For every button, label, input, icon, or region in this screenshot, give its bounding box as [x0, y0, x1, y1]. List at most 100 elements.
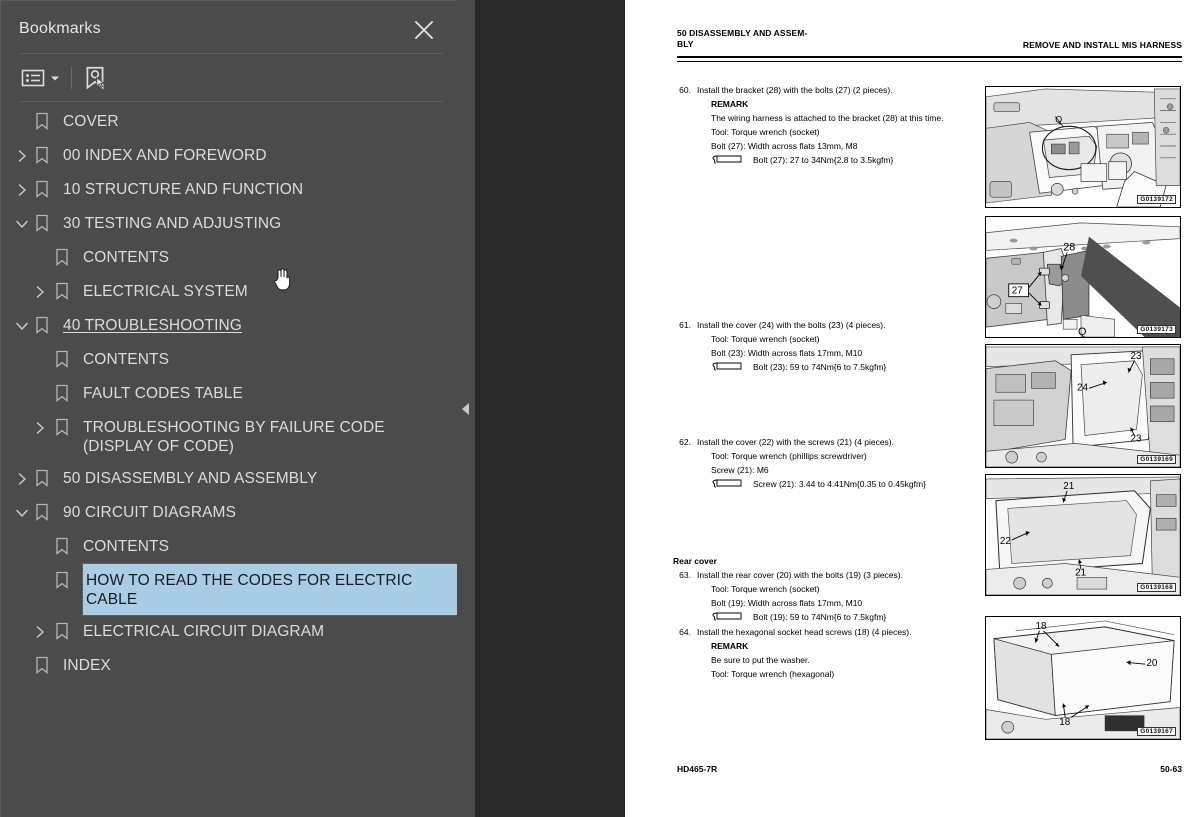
footer-page-number: 50-63 [1160, 764, 1182, 774]
bookmark-item[interactable]: 40 TROUBLESHOOTING [1, 309, 457, 343]
step-line: Install the bracket (28) with the bolts … [697, 85, 893, 95]
bookmark-item[interactable]: TROUBLESHOOTING BY FAILURE CODE (DISPLAY… [1, 411, 457, 462]
svg-text:18: 18 [1035, 621, 1047, 632]
torque-spec-text: Bolt (27): 27 to 34Nm{2.8 to 3.5kgfm} [753, 155, 894, 165]
bookmark-item-label: INDEX [63, 657, 111, 674]
bookmark-icon [35, 469, 51, 489]
bookmark-icon [55, 384, 71, 404]
bookmark-icon [35, 316, 51, 336]
procedure-step: 63. Install the rear cover (20) with the … [673, 569, 963, 623]
chevron-right-icon[interactable] [31, 419, 49, 437]
bookmarks-tree[interactable]: COVER 00 INDEX AND FOREWORD 10 STRUCTURE A… [1, 105, 457, 817]
bookmark-item[interactable]: ELECTRICAL CIRCUIT DIAGRAM [1, 615, 457, 649]
divider [19, 53, 443, 54]
svg-text:23: 23 [1131, 433, 1143, 444]
figure-1: Q G0139172 [985, 86, 1181, 208]
bookmark-item[interactable]: 10 STRUCTURE AND FUNCTION [1, 173, 457, 207]
step-line: The wiring harness is attached to the br… [711, 113, 944, 123]
bookmark-icon [35, 146, 51, 166]
chevron-right-icon[interactable] [13, 181, 31, 199]
bookmark-icon [55, 622, 71, 642]
list-options-icon[interactable] [19, 63, 47, 93]
bookmark-item-label: 40 TROUBLESHOOTING [63, 317, 242, 334]
section-title: Rear cover [673, 556, 717, 566]
bookmark-item[interactable]: ELECTRICAL SYSTEM [1, 275, 457, 309]
procedure-step: 62. Install the cover (22) with the screw… [673, 436, 963, 490]
figure-5: 18 20 18 G0139167 [985, 616, 1181, 740]
torque-spec-text: Bolt (19): 59 to 74Nm{6 to 7.5kgfm} [753, 612, 887, 622]
chevron-down-icon[interactable] [47, 63, 63, 93]
chevron-right-icon[interactable] [31, 623, 49, 641]
step-line: REMARK [711, 641, 749, 651]
bookmark-item-label: CONTENTS [83, 538, 170, 555]
svg-text:28: 28 [1063, 241, 1075, 253]
bookmark-item-label: FAULT CODES TABLE [83, 385, 243, 402]
chevron-right-icon[interactable] [13, 147, 31, 165]
pdf-reader-window: Bookmarks COVER 00 INDEX AND FOREWORD 10… [0, 0, 1200, 817]
step-body: Install the cover (24) with the bolts (2… [697, 319, 963, 373]
new-bookmark-icon[interactable] [80, 63, 110, 93]
bookmark-item[interactable]: 50 DISASSEMBLY AND ASSEMBLY [1, 462, 457, 496]
bookmark-item[interactable]: CONTENTS [1, 241, 457, 275]
chevron-down-icon[interactable] [13, 317, 31, 335]
figure-id: G0139173 [1137, 325, 1176, 334]
chevron-down-icon[interactable] [13, 504, 31, 522]
bookmark-item[interactable]: CONTENTS [1, 343, 457, 377]
bookmark-item[interactable]: 90 CIRCUIT DIAGRAMS [1, 496, 457, 530]
bookmarks-panel-header: Bookmarks [1, 1, 457, 53]
bookmark-item[interactable]: CONTENTS [1, 530, 457, 564]
figure-id: G0139167 [1137, 727, 1176, 736]
header-rule [677, 56, 1182, 62]
bookmark-item-label: 30 TESTING AND ADJUSTING [63, 215, 282, 232]
step-line: Bolt (23): Width across flats 17mm, M10 [711, 348, 863, 358]
close-icon[interactable] [413, 19, 435, 41]
bookmark-icon [55, 350, 71, 370]
torque-spec-text: Bolt (23): 59 to 74Nm{6 to 7.5kgfm} [753, 362, 887, 372]
bookmark-item[interactable]: FAULT CODES TABLE [1, 377, 457, 411]
svg-text:Q: Q [1055, 114, 1062, 124]
bookmark-icon [35, 180, 51, 200]
chevron-right-icon[interactable] [31, 283, 49, 301]
bookmark-item-label: TROUBLESHOOTING BY FAILURE CODE (DISPLAY… [83, 419, 385, 455]
step-line: Be sure to put the washer. [711, 655, 810, 665]
bookmark-item[interactable]: COVER [1, 105, 457, 139]
figure-3: 23 24 23 G0139169 [985, 344, 1181, 468]
figure-id: G0139172 [1137, 195, 1176, 204]
bookmark-item[interactable]: 00 INDEX AND FOREWORD [1, 139, 457, 173]
bookmarks-panel: Bookmarks COVER 00 INDEX AND FOREWORD 10… [0, 0, 457, 817]
collapse-left-icon[interactable] [457, 400, 475, 418]
bookmark-icon [35, 214, 51, 234]
step-number: 61. [679, 320, 691, 330]
toolbar-divider [71, 67, 72, 89]
bookmark-item[interactable]: 30 TESTING AND ADJUSTING [1, 207, 457, 241]
step-line: Install the cover (22) with the screws (… [697, 437, 894, 447]
step-number: 62. [679, 437, 691, 447]
bookmark-item-label: 00 INDEX AND FOREWORD [63, 147, 267, 164]
torque-wrench-icon [712, 479, 742, 488]
bookmark-icon [35, 503, 51, 523]
bookmark-item-label: 10 STRUCTURE AND FUNCTION [63, 181, 304, 198]
bookmark-item[interactable]: INDEX [1, 649, 457, 683]
bookmark-icon [35, 112, 51, 132]
chevron-right-icon[interactable] [13, 470, 31, 488]
bookmark-icon [35, 656, 51, 676]
bookmark-item[interactable]: HOW TO READ THE CODES FOR ELECTRIC CABLE [1, 563, 457, 616]
chevron-down-icon[interactable] [13, 215, 31, 233]
bookmark-icon [55, 248, 71, 268]
figure-2: Q 28 27 G0139173 [985, 216, 1181, 338]
bookmark-icon [55, 282, 71, 302]
bookmark-item-label: 50 DISASSEMBLY AND ASSEMBLY [63, 470, 318, 487]
torque-wrench-icon [712, 362, 742, 371]
bookmark-item-label: CONTENTS [83, 249, 170, 266]
step-line: Bolt (19): Width across flats 17mm, M10 [711, 598, 863, 608]
header-right: REMOVE AND INSTALL MIS HARNESS [1022, 40, 1182, 50]
procedure-step: 60. Install the bracket (28) with the bol… [673, 84, 963, 166]
torque-spec: Bolt (23): 59 to 74Nm{6 to 7.5kgfm} [711, 361, 963, 373]
header-left: 50 DISASSEMBLY AND ASSEM- BLY [677, 28, 897, 50]
procedure-step: 61. Install the cover (24) with the bolts… [673, 319, 963, 373]
footer-model: HD465-7R [677, 764, 718, 774]
figure-id: G0139168 [1137, 583, 1176, 592]
bookmark-item-label: COVER [63, 113, 119, 130]
